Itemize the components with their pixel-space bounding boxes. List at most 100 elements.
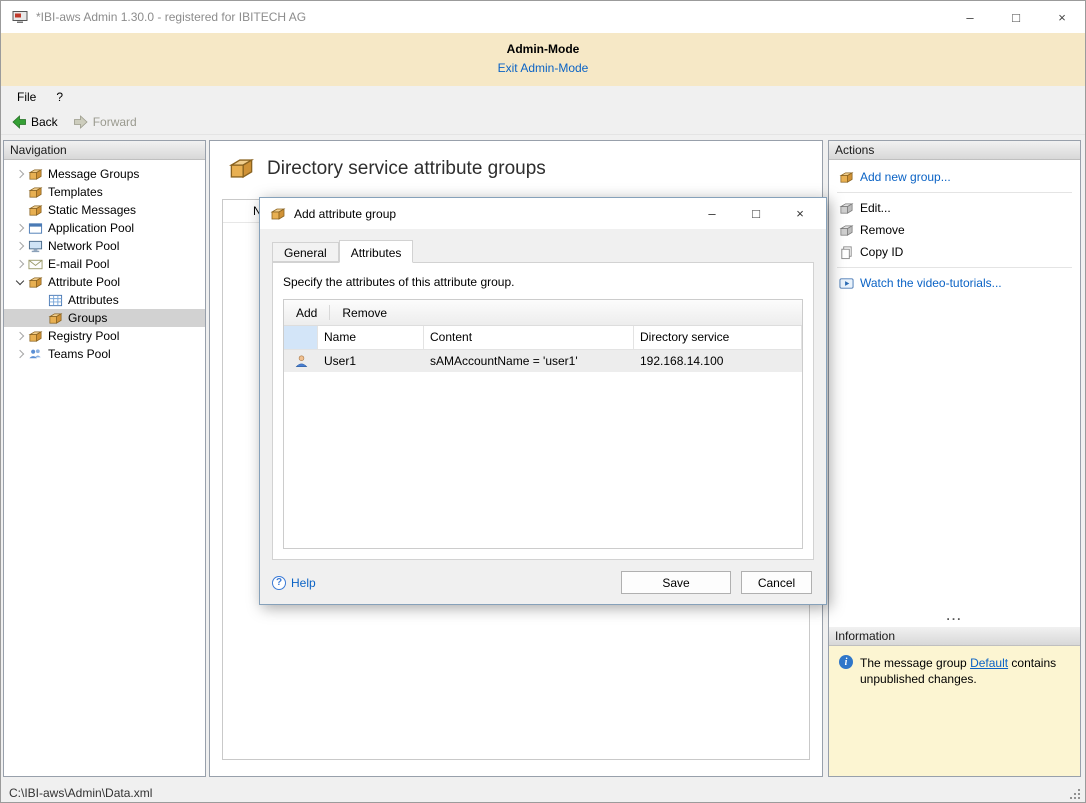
close-icon: ×	[1058, 10, 1066, 25]
resize-grip-icon[interactable]	[1078, 797, 1080, 799]
nav-item-attribute-pool[interactable]: Attribute Pool	[4, 273, 205, 291]
expand-icon[interactable]	[12, 166, 28, 182]
email-pool-icon	[28, 257, 43, 272]
menu-file[interactable]: File	[7, 86, 46, 109]
copy-icon	[839, 245, 854, 260]
information-header: Information	[829, 627, 1080, 646]
cancel-button[interactable]: Cancel	[741, 571, 812, 594]
navigation-tree: Message Groups Templates Static Messages…	[4, 160, 205, 363]
dialog-footer: ? Help Save Cancel	[272, 571, 812, 594]
actions-panel: Actions Add new group... Edit... Remove …	[828, 140, 1081, 777]
nav-item-groups[interactable]: Groups	[4, 309, 205, 327]
dialog-minimize-button[interactable]: –	[690, 198, 734, 229]
nav-item-message-groups[interactable]: Message Groups	[4, 165, 205, 183]
forward-button[interactable]: Forward	[68, 112, 145, 132]
exit-admin-mode-link[interactable]: Exit Admin-Mode	[498, 61, 589, 75]
attributes-table-header: Name Content Directory service	[284, 326, 802, 350]
expand-icon[interactable]	[12, 328, 28, 344]
add-new-group-button[interactable]: Add new group...	[829, 166, 1080, 188]
table-row[interactable]: User1 sAMAccountName = 'user1' 192.168.1…	[284, 350, 802, 372]
back-button[interactable]: Back	[6, 112, 66, 132]
nav-item-label: Static Messages	[48, 203, 136, 217]
tab-attributes[interactable]: Attributes	[339, 240, 414, 263]
information-box: i The message group Default contains unp…	[829, 646, 1080, 776]
minimize-icon: –	[966, 10, 973, 25]
remove-button[interactable]: Remove	[829, 219, 1080, 241]
help-link[interactable]: ? Help	[272, 576, 316, 590]
dialog-content: Specify the attributes of this attribute…	[272, 262, 814, 560]
expand-placeholder	[12, 184, 28, 200]
dialog-title-bar: Add attribute group – □ ×	[260, 198, 826, 229]
info-text-before: The message group	[860, 656, 970, 670]
nav-item-label: Templates	[48, 185, 103, 199]
help-icon: ?	[272, 576, 286, 590]
save-button[interactable]: Save	[621, 571, 731, 594]
menu-bar: File ?	[1, 86, 1085, 109]
add-new-group-label: Add new group...	[860, 170, 951, 184]
expand-icon[interactable]	[12, 346, 28, 362]
column-header-icon[interactable]	[284, 326, 318, 349]
nav-item-email-pool[interactable]: E-mail Pool	[4, 255, 205, 273]
navigation-panel: Navigation Message Groups Templates Stat…	[3, 140, 206, 777]
dialog-close-button[interactable]: ×	[778, 198, 822, 229]
dialog-maximize-button[interactable]: □	[734, 198, 778, 229]
nav-item-application-pool[interactable]: Application Pool	[4, 219, 205, 237]
status-bar: C:\IBI-aws\Admin\Data.xml	[1, 781, 1085, 803]
forward-label: Forward	[93, 115, 137, 129]
message-groups-icon	[28, 167, 43, 182]
table-empty-area	[284, 372, 802, 548]
watch-tutorials-label: Watch the video-tutorials...	[860, 276, 1002, 290]
expand-icon[interactable]	[12, 256, 28, 272]
teams-pool-icon	[28, 347, 43, 362]
maximize-icon: □	[1012, 10, 1020, 25]
remove-attribute-button[interactable]: Remove	[332, 303, 397, 323]
add-attribute-button[interactable]: Add	[286, 303, 327, 323]
nav-item-label: Teams Pool	[48, 347, 111, 361]
close-button[interactable]: ×	[1039, 1, 1085, 33]
window-controls: – □ ×	[947, 1, 1085, 33]
splitter-grip[interactable]: ...	[829, 611, 1080, 627]
nav-item-label: E-mail Pool	[48, 257, 109, 271]
maximize-button[interactable]: □	[993, 1, 1039, 33]
default-group-link[interactable]: Default	[970, 656, 1008, 670]
back-arrow-icon	[11, 114, 27, 130]
dialog-window-controls: – □ ×	[690, 198, 822, 229]
minimize-icon: –	[708, 206, 715, 221]
column-header-directory-service[interactable]: Directory service	[634, 326, 802, 349]
nav-item-label: Groups	[68, 311, 107, 325]
toolbar-separator	[329, 305, 330, 320]
tab-general[interactable]: General	[272, 242, 339, 262]
expand-icon[interactable]	[12, 238, 28, 254]
minimize-button[interactable]: –	[947, 1, 993, 33]
close-icon: ×	[796, 206, 804, 221]
edit-button[interactable]: Edit...	[829, 197, 1080, 219]
expand-icon[interactable]	[12, 220, 28, 236]
column-header-content[interactable]: Content	[424, 326, 634, 349]
actions-list: Add new group... Edit... Remove Copy ID …	[829, 160, 1080, 294]
actions-header: Actions	[829, 141, 1080, 160]
copy-id-button[interactable]: Copy ID	[829, 241, 1080, 263]
column-header-name[interactable]: Name	[318, 326, 424, 349]
nav-item-teams-pool[interactable]: Teams Pool	[4, 345, 205, 363]
nav-toolbar: Back Forward	[1, 109, 1085, 135]
menu-help[interactable]: ?	[46, 86, 73, 109]
nav-item-label: Message Groups	[48, 167, 139, 181]
app-window: *IBI-aws Admin 1.30.0 - registered for I…	[0, 0, 1086, 803]
cell-directory-service: 192.168.14.100	[634, 350, 802, 372]
attributes-toolbar: Add Remove	[284, 300, 802, 326]
page-title: Directory service attribute groups	[267, 158, 546, 180]
nav-item-templates[interactable]: Templates	[4, 183, 205, 201]
expand-placeholder	[12, 202, 28, 218]
navigation-header: Navigation	[4, 141, 205, 160]
nav-item-label: Network Pool	[48, 239, 119, 253]
cell-content: sAMAccountName = 'user1'	[424, 350, 634, 372]
help-label: Help	[291, 576, 316, 590]
information-text: The message group Default contains unpub…	[860, 655, 1070, 687]
nav-item-static-messages[interactable]: Static Messages	[4, 201, 205, 219]
watch-tutorials-link[interactable]: Watch the video-tutorials...	[829, 272, 1080, 294]
collapse-icon[interactable]	[12, 274, 28, 290]
nav-item-registry-pool[interactable]: Registry Pool	[4, 327, 205, 345]
nav-item-attributes[interactable]: Attributes	[4, 291, 205, 309]
nav-item-network-pool[interactable]: Network Pool	[4, 237, 205, 255]
actions-separator	[837, 192, 1072, 193]
